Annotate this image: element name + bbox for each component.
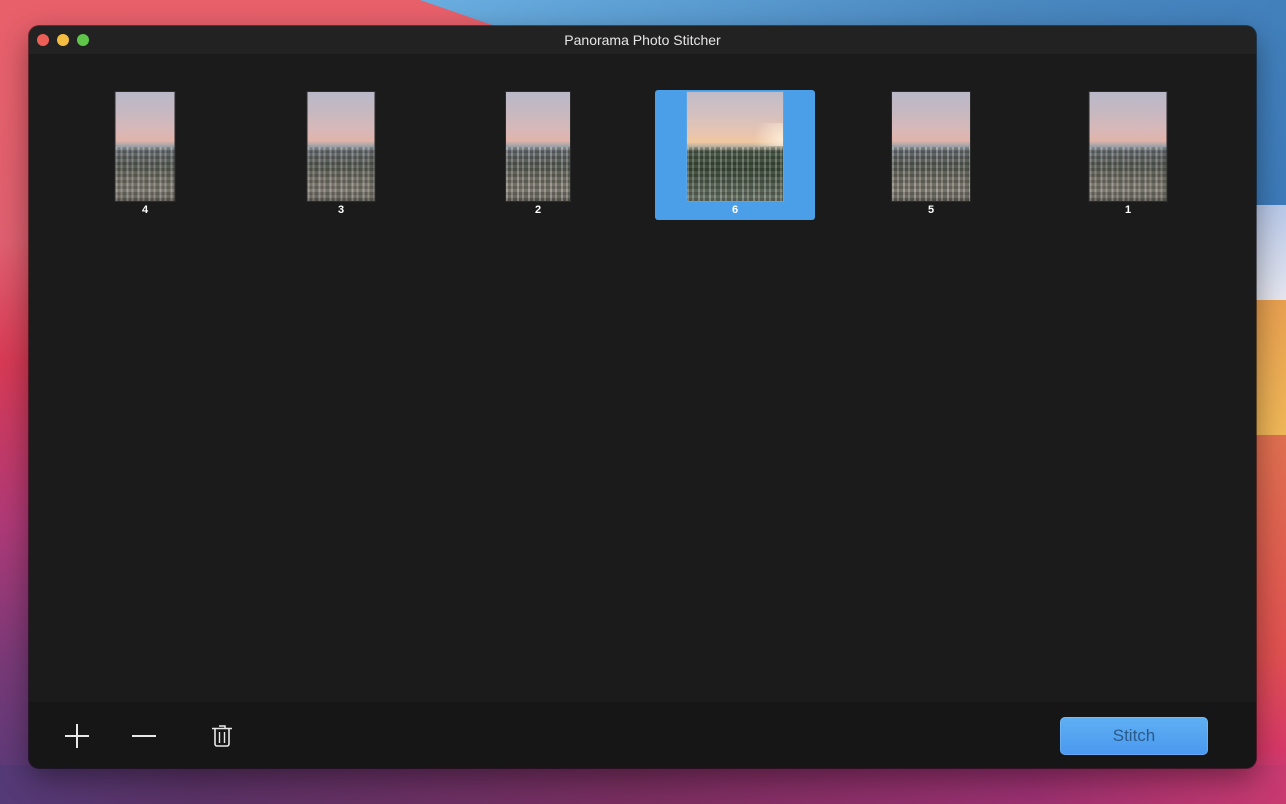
photo-number: 3 xyxy=(337,204,345,216)
title-bar[interactable]: Panorama Photo Stitcher xyxy=(29,26,1256,54)
photo-image xyxy=(506,92,570,201)
photo-grid: 4 3 2 6 5 1 xyxy=(29,54,1256,702)
photo-number: 6 xyxy=(731,204,739,216)
photo-image xyxy=(892,92,970,201)
zoom-window-button[interactable] xyxy=(77,34,89,46)
photo-number: 1 xyxy=(1124,204,1132,216)
photo-image xyxy=(1089,92,1167,201)
desktop-wallpaper-bottom xyxy=(0,765,1286,804)
photo-number: 5 xyxy=(927,204,935,216)
delete-all-button[interactable] xyxy=(206,720,238,752)
bottom-toolbar: Stitch xyxy=(29,702,1256,768)
remove-photo-button[interactable] xyxy=(128,720,160,752)
close-window-button[interactable] xyxy=(37,34,49,46)
trash-icon xyxy=(212,725,232,747)
photo-thumbnail[interactable]: 5 xyxy=(851,90,1011,220)
stitch-button[interactable]: Stitch xyxy=(1060,717,1208,755)
photo-thumbnail[interactable]: 3 xyxy=(261,90,421,220)
photo-image xyxy=(307,92,375,201)
photo-thumbnail[interactable]: 2 xyxy=(458,90,618,220)
photo-thumbnail[interactable]: 4 xyxy=(65,90,225,220)
photo-number: 4 xyxy=(141,204,149,216)
minimize-window-button[interactable] xyxy=(57,34,69,46)
plus-icon xyxy=(65,724,89,748)
window-controls xyxy=(37,34,89,46)
photo-thumbnail-selected[interactable]: 6 xyxy=(655,90,815,220)
photo-image xyxy=(687,92,783,201)
photo-number: 2 xyxy=(534,204,542,216)
app-window: Panorama Photo Stitcher 4 3 2 6 5 1 Stit… xyxy=(29,26,1256,768)
add-photo-button[interactable] xyxy=(61,720,93,752)
photo-thumbnail[interactable]: 1 xyxy=(1048,90,1208,220)
window-title: Panorama Photo Stitcher xyxy=(564,32,721,48)
minus-icon xyxy=(132,735,156,737)
photo-image xyxy=(115,92,175,201)
